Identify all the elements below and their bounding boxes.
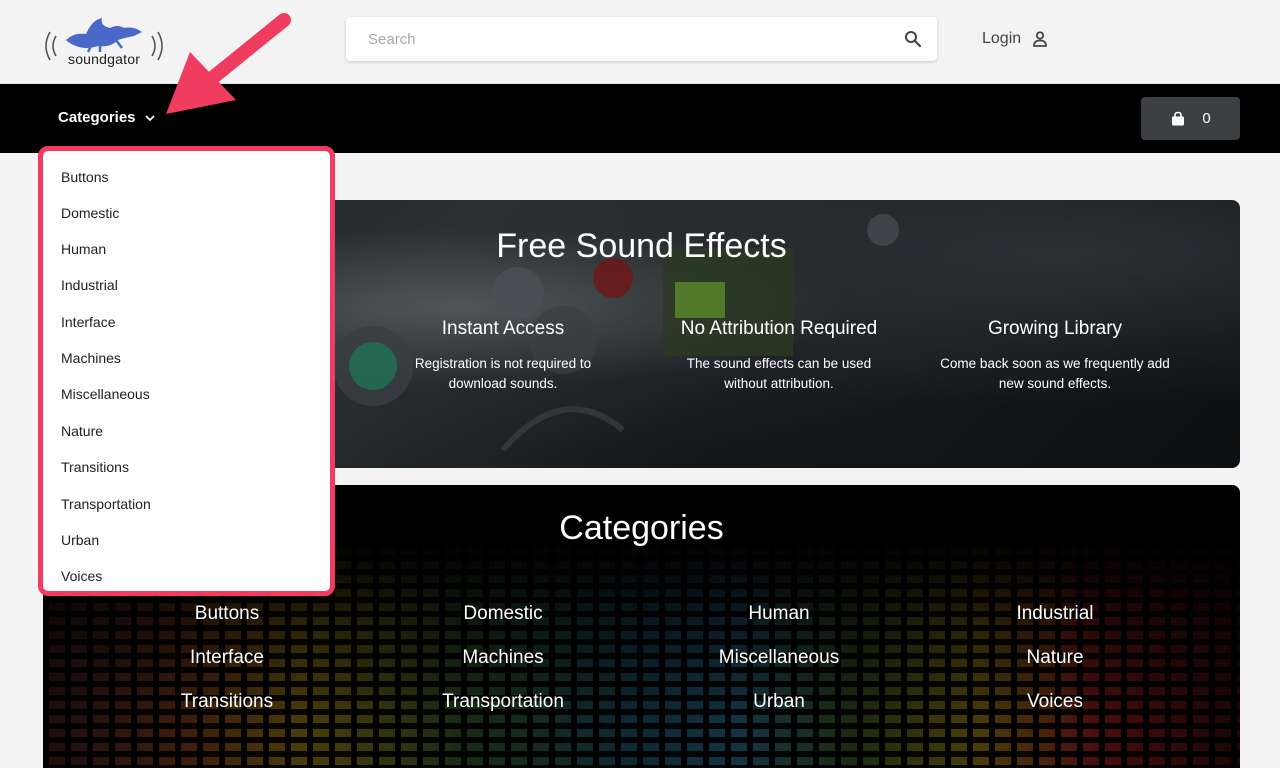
dropdown-item-domestic[interactable]: Domestic bbox=[61, 205, 119, 221]
dropdown-item-industrial[interactable]: Industrial bbox=[61, 277, 118, 293]
dropdown-item-transitions[interactable]: Transitions bbox=[61, 459, 129, 475]
shopping-bag-icon bbox=[1172, 111, 1185, 125]
soundgator-logo[interactable]: soundgator bbox=[40, 10, 168, 70]
logo-wordmark: soundgator bbox=[68, 51, 141, 67]
category-link-industrial[interactable]: Industrial bbox=[917, 603, 1193, 625]
feature-text: Come back soon as we frequently add bbox=[940, 356, 1170, 371]
user-icon bbox=[1033, 31, 1048, 47]
feature-instant-access: Instant Access Registration is not requi… bbox=[373, 318, 633, 394]
dropdown-item-urban[interactable]: Urban bbox=[61, 532, 99, 548]
category-link-machines[interactable]: Machines bbox=[365, 647, 641, 669]
dropdown-item-machines[interactable]: Machines bbox=[61, 350, 121, 366]
category-link-buttons[interactable]: Buttons bbox=[89, 603, 365, 625]
feature-text: download sounds. bbox=[448, 376, 558, 391]
feature-title: Growing Library bbox=[987, 318, 1123, 339]
category-link-transportation[interactable]: Transportation bbox=[365, 691, 641, 713]
chevron-down-icon bbox=[144, 114, 155, 121]
search-input[interactable] bbox=[346, 17, 886, 61]
categories-menu-toggle[interactable]: Categories bbox=[58, 109, 156, 126]
feature-title: No Attribution Required bbox=[680, 318, 878, 339]
categories-dropdown-menu: Buttons Domestic Human Industrial Interf… bbox=[38, 146, 335, 596]
dropdown-item-human[interactable]: Human bbox=[61, 241, 106, 257]
dropdown-item-interface[interactable]: Interface bbox=[61, 314, 115, 330]
category-link-domestic[interactable]: Domestic bbox=[365, 603, 641, 625]
feature-text: new sound effects. bbox=[998, 376, 1112, 391]
dropdown-item-voices[interactable]: Voices bbox=[61, 568, 102, 584]
login-label: Login bbox=[982, 30, 1022, 47]
feature-no-attribution: No Attribution Required The sound effect… bbox=[649, 318, 909, 394]
categories-menu-label: Categories bbox=[58, 109, 136, 126]
feature-text: The sound effects can be used bbox=[686, 356, 872, 371]
category-link-urban[interactable]: Urban bbox=[641, 691, 917, 713]
category-link-transitions[interactable]: Transitions bbox=[89, 691, 365, 713]
search-bar bbox=[346, 17, 937, 61]
category-link-interface[interactable]: Interface bbox=[89, 647, 365, 669]
feature-text: Registration is not required to bbox=[414, 356, 592, 371]
dropdown-item-miscellaneous[interactable]: Miscellaneous bbox=[61, 386, 150, 402]
login-link[interactable]: Login bbox=[982, 29, 1049, 49]
dropdown-item-nature[interactable]: Nature bbox=[61, 423, 103, 439]
dropdown-item-transportation[interactable]: Transportation bbox=[61, 496, 151, 512]
annotation-arrow-icon bbox=[166, 13, 291, 114]
category-link-human[interactable]: Human bbox=[641, 603, 917, 625]
search-button[interactable] bbox=[903, 29, 923, 49]
category-link-miscellaneous[interactable]: Miscellaneous bbox=[641, 647, 917, 669]
cart-button[interactable]: 0 bbox=[1141, 97, 1240, 140]
dropdown-item-buttons[interactable]: Buttons bbox=[61, 169, 108, 185]
cart-count: 0 bbox=[1202, 110, 1211, 127]
feature-growing-library: Growing Library Come back soon as we fre… bbox=[925, 318, 1185, 394]
category-link-nature[interactable]: Nature bbox=[917, 647, 1193, 669]
feature-title: Instant Access bbox=[441, 318, 565, 339]
feature-text: without attribution. bbox=[724, 376, 834, 391]
search-icon bbox=[905, 31, 922, 48]
category-link-voices[interactable]: Voices bbox=[917, 691, 1193, 713]
